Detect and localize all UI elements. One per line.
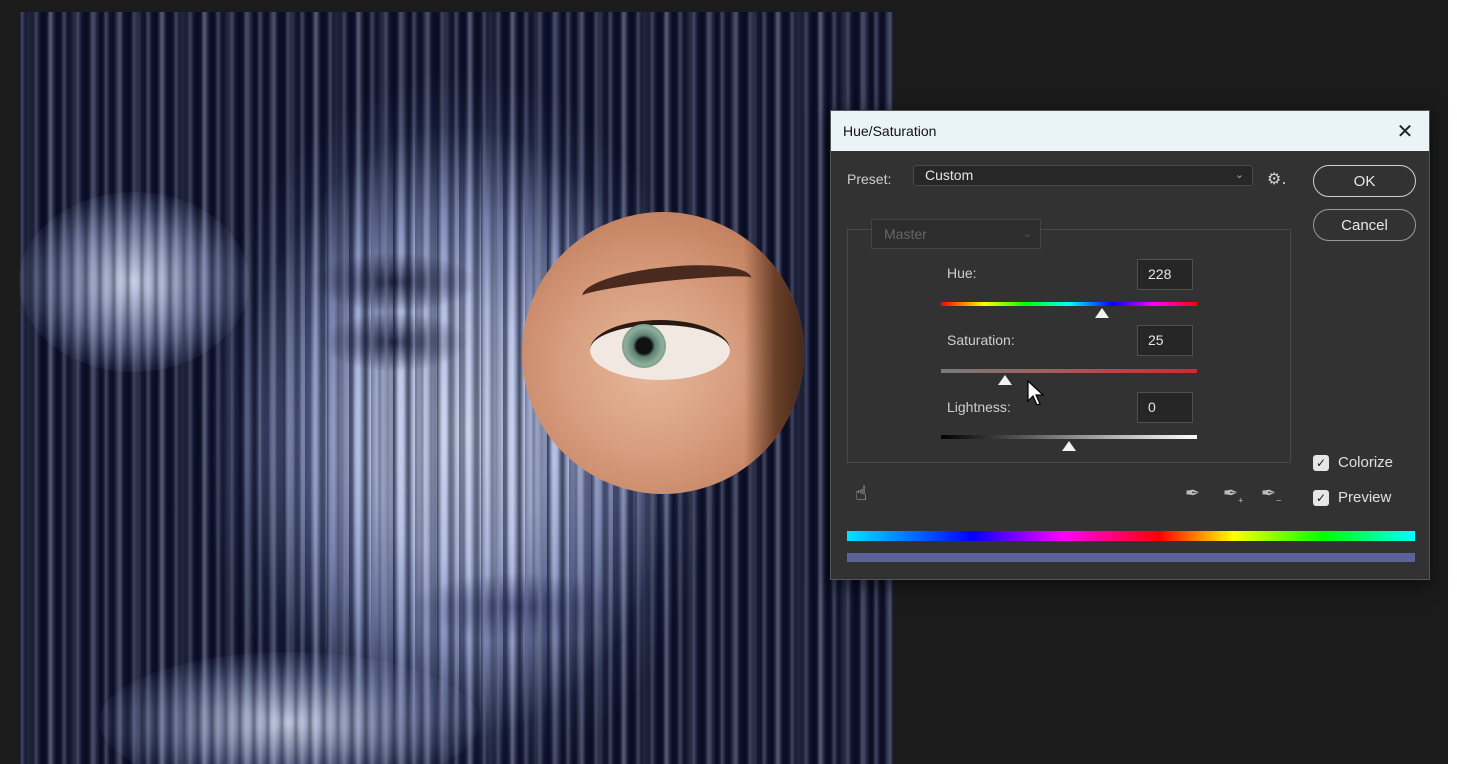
colorize-label: Colorize xyxy=(1338,454,1394,471)
preset-label: Preset: xyxy=(847,171,892,187)
adjustment-group xyxy=(847,229,1291,463)
hue-value-input[interactable]: 228 xyxy=(1137,259,1193,290)
lightness-value-input[interactable]: 0 xyxy=(1137,392,1193,423)
hue-label: Hue: xyxy=(947,265,977,281)
preview-label: Preview xyxy=(1338,489,1392,506)
saturation-slider-thumb[interactable] xyxy=(998,375,1012,385)
hue-saturation-dialog: Hue/Saturation ✕ Preset: Custom ⌄ ⚙․ OK … xyxy=(830,110,1430,580)
channel-value: Master xyxy=(884,226,927,242)
lightness-slider-thumb[interactable] xyxy=(1062,441,1076,451)
output-color-spectrum xyxy=(847,553,1415,562)
saturation-label: Saturation: xyxy=(947,332,1015,348)
photoshop-workspace: Hue/Saturation ✕ Preset: Custom ⌄ ⚙․ OK … xyxy=(0,0,1457,764)
eyedropper-icon[interactable]: ✒ xyxy=(1185,483,1200,504)
gear-icon[interactable]: ⚙․ xyxy=(1267,169,1287,189)
chevron-down-icon: ⌄ xyxy=(1022,228,1032,240)
dialog-titlebar[interactable]: Hue/Saturation ✕ xyxy=(831,111,1429,151)
preset-value: Custom xyxy=(925,167,974,183)
close-icon[interactable]: ✕ xyxy=(1391,117,1419,145)
cancel-button[interactable]: Cancel xyxy=(1313,209,1416,241)
input-color-spectrum xyxy=(847,531,1415,541)
eye-photo-brow xyxy=(580,258,754,316)
chevron-down-icon: ⌄ xyxy=(1234,169,1244,181)
hue-slider-thumb[interactable] xyxy=(1095,308,1110,318)
ok-button[interactable]: OK xyxy=(1313,165,1416,197)
saturation-value-input[interactable]: 25 xyxy=(1137,325,1193,356)
window-edge xyxy=(1448,0,1457,764)
dialog-title: Hue/Saturation xyxy=(843,123,937,139)
colorize-checkbox-row[interactable]: ✓ Colorize xyxy=(1313,454,1393,471)
targeted-adjustment-icon[interactable]: ☝ xyxy=(855,481,867,506)
lightness-slider-track[interactable] xyxy=(941,435,1197,439)
channel-dropdown[interactable]: Master ⌄ xyxy=(871,219,1041,249)
eye-photo-inset xyxy=(522,212,804,494)
preview-checkbox[interactable]: ✓ xyxy=(1313,489,1329,506)
eyedropper-subtract-icon[interactable]: ✒− xyxy=(1261,483,1281,506)
mouse-cursor-icon xyxy=(1027,380,1045,406)
colorize-checkbox[interactable]: ✓ xyxy=(1313,454,1329,471)
lightness-label: Lightness: xyxy=(947,399,1011,415)
saturation-slider-track[interactable] xyxy=(941,369,1197,373)
preset-dropdown[interactable]: Custom ⌄ xyxy=(913,165,1253,186)
eye-photo-hair xyxy=(744,212,804,494)
eyedropper-add-icon[interactable]: ✒+ xyxy=(1223,483,1243,506)
preview-checkbox-row[interactable]: ✓ Preview xyxy=(1313,489,1391,506)
eye-photo-iris xyxy=(622,324,666,368)
hue-slider-track[interactable] xyxy=(941,302,1197,306)
